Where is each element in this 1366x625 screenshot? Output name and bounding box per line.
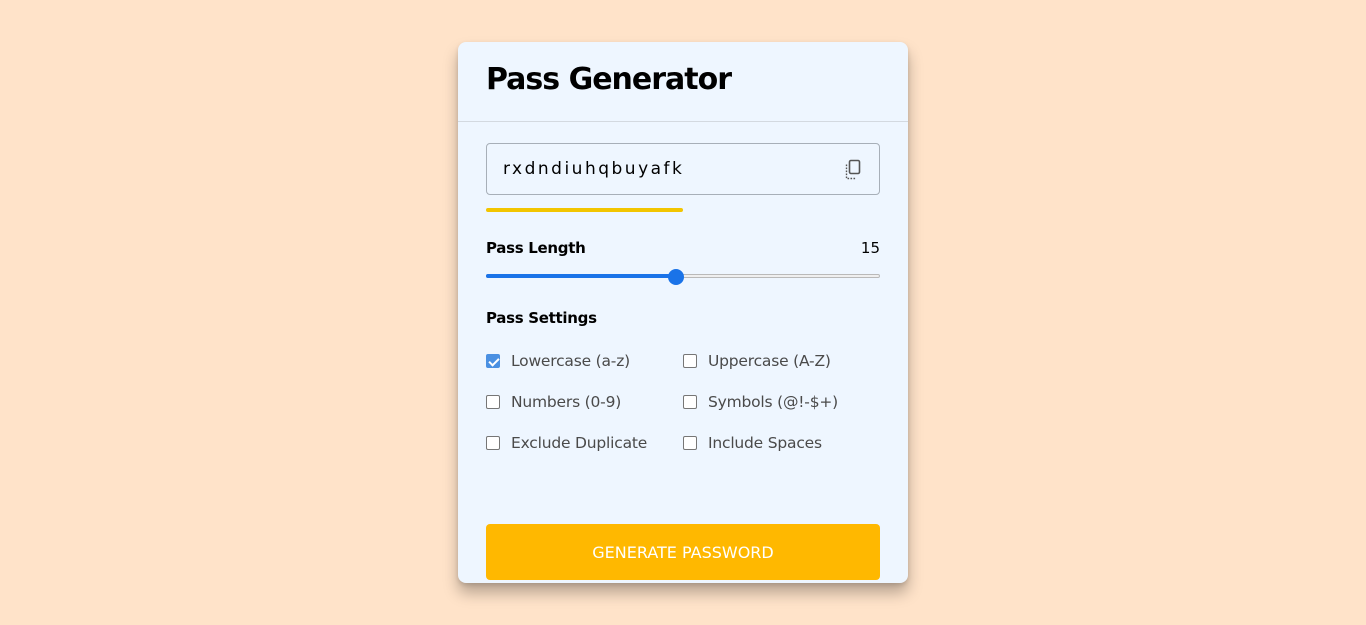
password-input[interactable] bbox=[503, 144, 823, 194]
pass-length-label: Pass Length bbox=[486, 239, 586, 257]
pass-settings-label: Pass Settings bbox=[486, 309, 597, 327]
pass-length-slider[interactable] bbox=[486, 269, 880, 285]
uppercase-checkbox[interactable] bbox=[683, 354, 697, 368]
generate-password-button[interactable]: GENERATE PASSWORD bbox=[486, 524, 880, 580]
option-label: Include Spaces bbox=[708, 434, 822, 452]
option-label: Lowercase (a-z) bbox=[511, 352, 630, 370]
pass-length-value: 15 bbox=[860, 239, 880, 257]
option-uppercase[interactable]: Uppercase (A-Z) bbox=[683, 350, 831, 372]
strength-indicator bbox=[486, 208, 880, 212]
symbols-checkbox[interactable] bbox=[683, 395, 697, 409]
option-include-spaces[interactable]: Include Spaces bbox=[683, 432, 822, 454]
password-box bbox=[486, 143, 880, 195]
page-title: Pass Generator bbox=[486, 62, 732, 97]
option-symbols[interactable]: Symbols (@!-$+) bbox=[683, 391, 838, 413]
option-label: Numbers (0-9) bbox=[511, 393, 622, 411]
copy-icon[interactable] bbox=[843, 159, 863, 181]
option-label: Exclude Duplicate bbox=[511, 434, 648, 452]
include-spaces-checkbox[interactable] bbox=[683, 436, 697, 450]
strength-indicator-fill bbox=[486, 208, 683, 212]
slider-fill bbox=[486, 274, 677, 278]
option-exclude-duplicate[interactable]: Exclude Duplicate bbox=[486, 432, 647, 454]
numbers-checkbox[interactable] bbox=[486, 395, 500, 409]
option-lowercase[interactable]: Lowercase (a-z) bbox=[486, 350, 630, 372]
exclude-duplicate-checkbox[interactable] bbox=[486, 436, 500, 450]
slider-thumb[interactable] bbox=[668, 269, 685, 285]
lowercase-checkbox[interactable] bbox=[486, 354, 500, 368]
option-numbers[interactable]: Numbers (0-9) bbox=[486, 391, 621, 413]
option-label: Uppercase (A-Z) bbox=[708, 352, 831, 370]
option-label: Symbols (@!-$+) bbox=[708, 393, 838, 411]
password-generator-card: Pass Generator Pass Length 15 Pass Setti… bbox=[458, 42, 908, 583]
card-header: Pass Generator bbox=[458, 42, 908, 122]
